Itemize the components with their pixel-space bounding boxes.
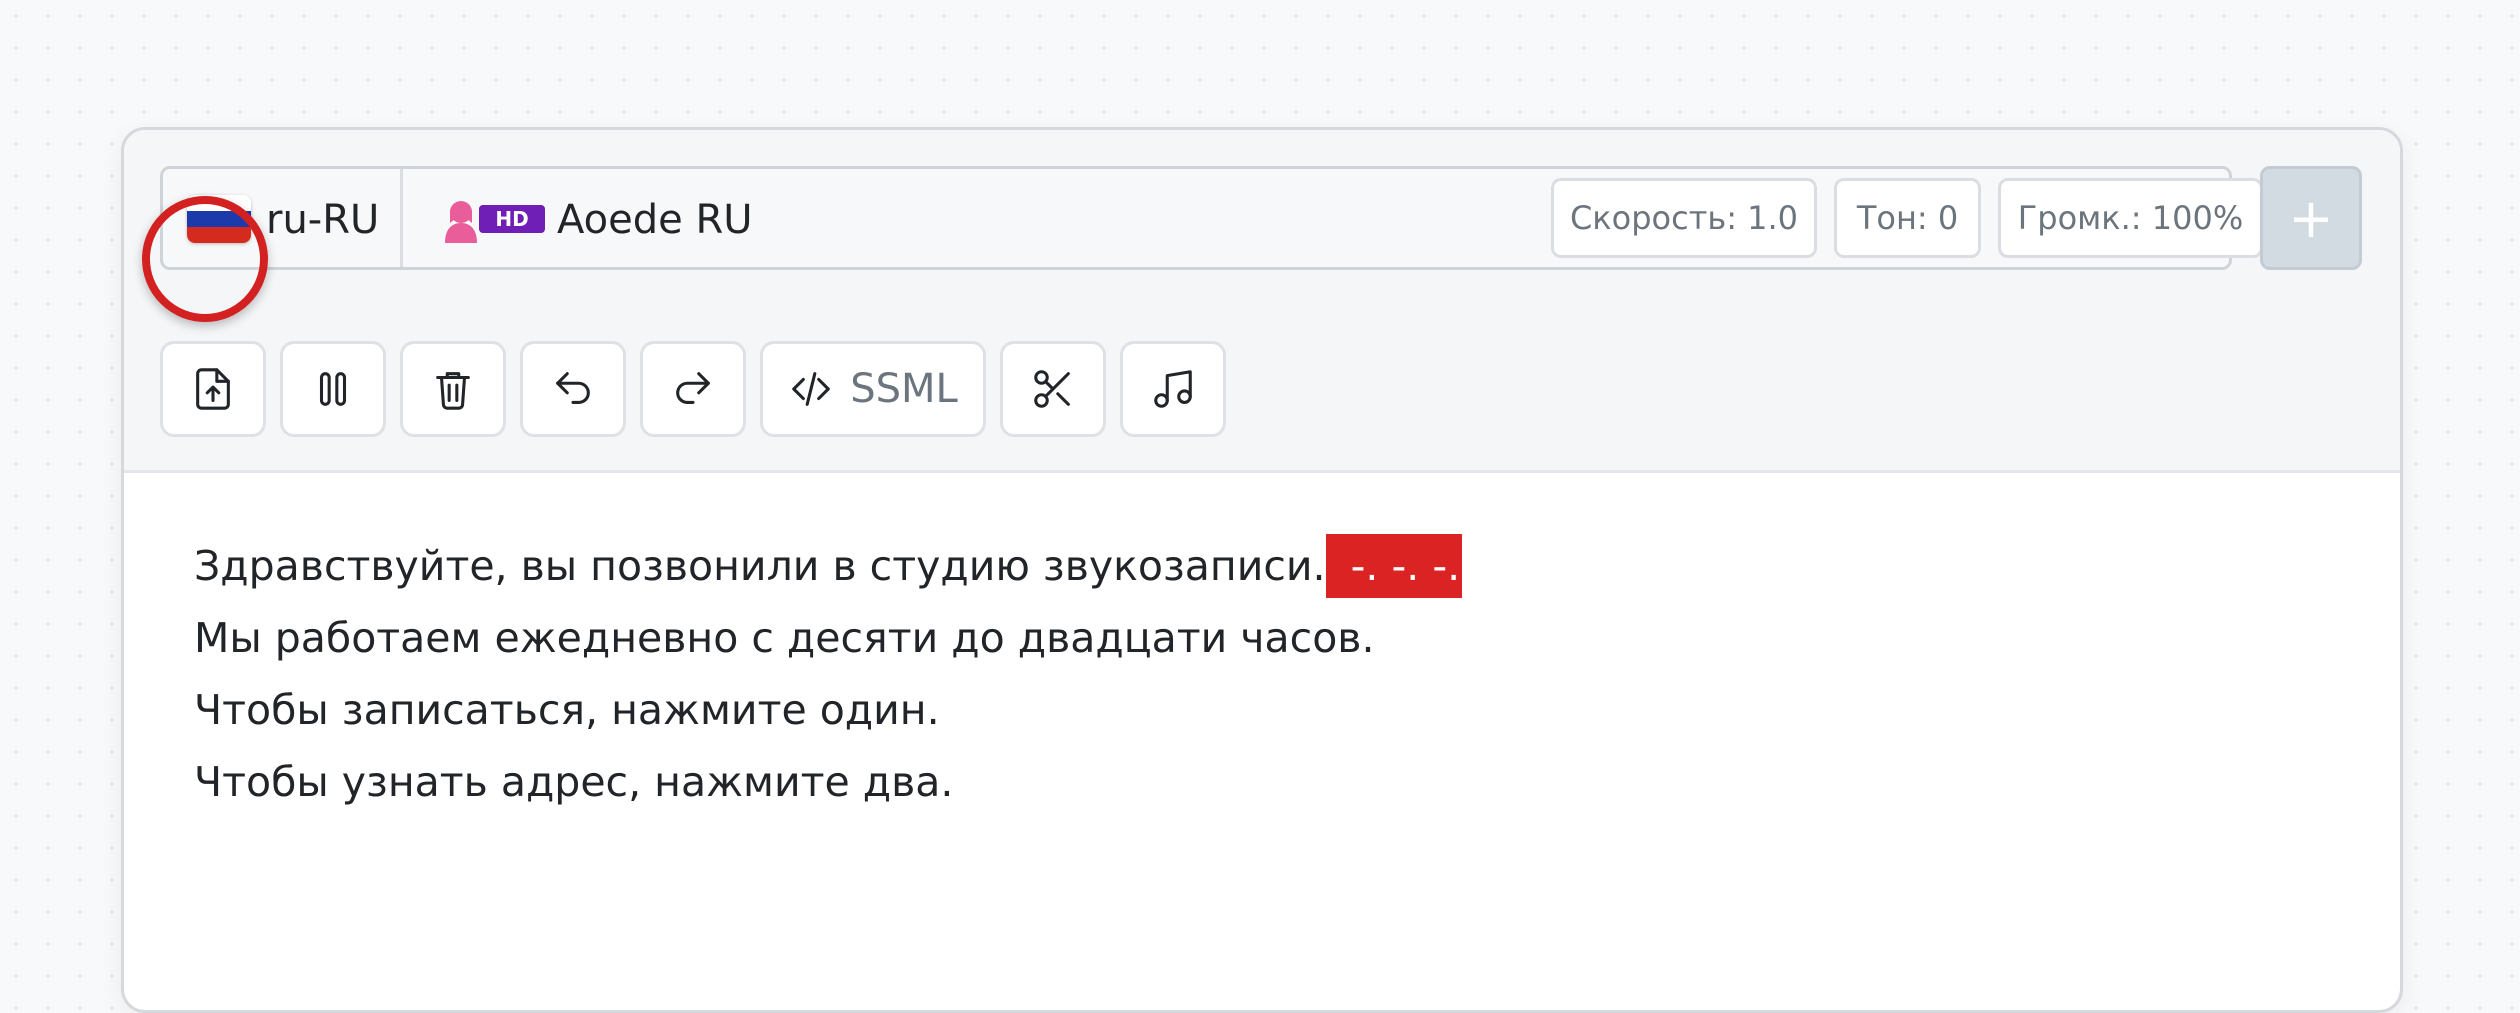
volume-setting[interactable]: Громк.: 100% bbox=[1998, 178, 2263, 258]
file-upload-icon bbox=[196, 368, 230, 410]
delete-button[interactable] bbox=[400, 341, 506, 437]
undo-button[interactable] bbox=[520, 341, 626, 437]
music-note-icon bbox=[1154, 370, 1192, 408]
pause-button[interactable] bbox=[280, 341, 386, 437]
ssml-button[interactable]: SSML bbox=[760, 341, 986, 437]
trash-icon bbox=[436, 372, 470, 410]
line-text: Здравствуйте, вы позвонили в студию звук… bbox=[194, 542, 1326, 590]
line-text: Мы работаем ежедневно с десяти до двадца… bbox=[194, 614, 1375, 662]
cut-button[interactable] bbox=[1000, 341, 1106, 437]
female-voice-hd-icon: HD bbox=[441, 199, 551, 243]
hd-badge: HD bbox=[495, 207, 528, 231]
code-icon bbox=[792, 372, 830, 406]
russia-flag-icon bbox=[187, 195, 251, 243]
voice-settings-bar: ru-RU HD Aoede RU Скорость: 1.0 Тон: 0 Г… bbox=[124, 130, 2400, 316]
redo-icon bbox=[676, 372, 710, 404]
redo-button[interactable] bbox=[640, 341, 746, 437]
language-code: ru-RU bbox=[266, 197, 380, 243]
editor-line: Чтобы записаться, нажмите один. bbox=[194, 674, 1462, 746]
scissors-icon bbox=[1034, 370, 1070, 408]
add-voice-button[interactable]: + bbox=[2260, 166, 2362, 270]
text-editor[interactable]: Здравствуйте, вы позвонили в студию звук… bbox=[194, 530, 1463, 818]
editor-line: Здравствуйте, вы позвонили в студию звук… bbox=[194, 530, 1463, 602]
break-marker[interactable]: -. -. -. bbox=[1325, 534, 1463, 598]
voice-name: Aoede RU bbox=[557, 197, 753, 243]
voice-selector[interactable]: ru-RU HD Aoede RU Скорость: 1.0 Тон: 0 Г… bbox=[160, 166, 2263, 270]
editor-toolbar: SSML bbox=[124, 313, 2400, 473]
line-text: Чтобы записаться, нажмите один. bbox=[194, 686, 940, 734]
upload-file-button[interactable] bbox=[160, 341, 266, 437]
music-button[interactable] bbox=[1120, 341, 1226, 437]
pitch-setting[interactable]: Тон: 0 bbox=[1834, 178, 1981, 258]
editor-line: Мы работаем ежедневно с десяти до двадца… bbox=[194, 602, 1462, 674]
undo-icon bbox=[556, 372, 590, 404]
editor-line: Чтобы узнать адрес, нажмите два. bbox=[194, 746, 1462, 818]
pause-icon bbox=[319, 372, 347, 406]
ssml-label: SSML bbox=[850, 366, 958, 412]
speed-setting[interactable]: Скорость: 1.0 bbox=[1551, 178, 1817, 258]
tts-editor-card: ru-RU HD Aoede RU Скорость: 1.0 Тон: 0 Г… bbox=[121, 127, 2403, 1013]
line-text: Чтобы узнать адрес, нажмите два. bbox=[194, 758, 954, 806]
language-selector[interactable]: ru-RU bbox=[163, 169, 403, 267]
